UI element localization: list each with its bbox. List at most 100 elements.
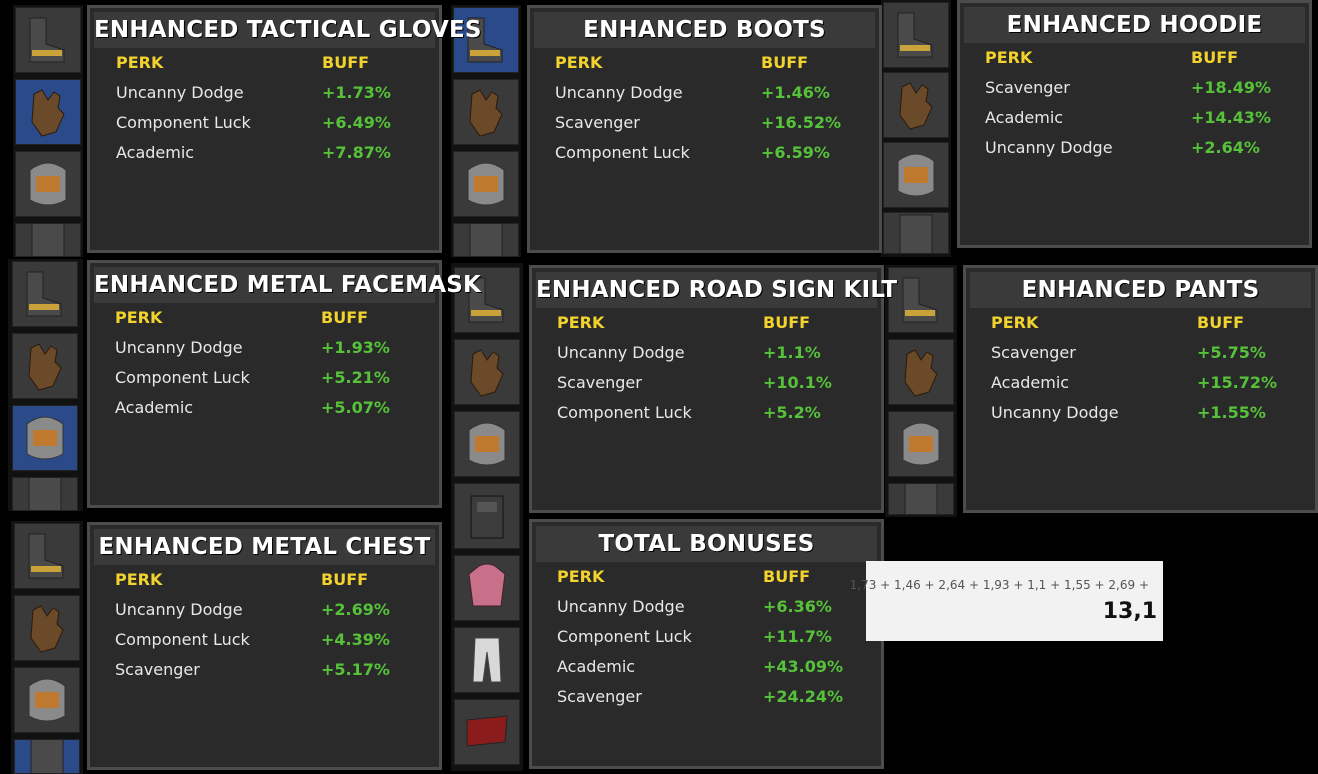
perk-header: PERK xyxy=(555,53,603,72)
buff-header: BUFF xyxy=(322,53,370,72)
slot-chestplate[interactable] xyxy=(12,477,78,511)
buff-value: +1.55% xyxy=(1197,403,1266,422)
buff-header: BUFF xyxy=(1197,313,1245,332)
perk-name: Scavenger xyxy=(557,373,642,392)
item-strip-facemask xyxy=(8,259,83,511)
panel-title: ENHANCED BOOTS xyxy=(534,12,875,48)
buff-value: +1.73% xyxy=(322,83,391,102)
buff-value: +6.59% xyxy=(761,143,830,162)
slot-gloves[interactable] xyxy=(15,79,81,145)
slot-chestplate[interactable] xyxy=(15,223,81,257)
perk-name: Uncanny Dodge xyxy=(555,83,683,102)
boots-icon xyxy=(28,533,64,579)
slot-chestplate[interactable] xyxy=(888,483,954,515)
perk-name: Scavenger xyxy=(555,113,640,132)
slot-chestplate[interactable] xyxy=(453,223,519,257)
panel-title: ENHANCED TACTICAL GLOVES xyxy=(94,12,481,48)
slot-facemask[interactable] xyxy=(14,667,80,733)
buff-value: +5.2% xyxy=(763,403,821,422)
slot-hoodie[interactable] xyxy=(454,555,520,621)
slot-boots[interactable] xyxy=(14,523,80,589)
perk-header: PERK xyxy=(557,313,605,332)
buff-value: +16.52% xyxy=(761,113,842,132)
perk-name: Uncanny Dodge xyxy=(985,138,1113,157)
slot-facemask[interactable] xyxy=(453,151,519,217)
perk-name: Uncanny Dodge xyxy=(115,338,243,357)
perk-name: Component Luck xyxy=(115,368,250,387)
slot-boots[interactable] xyxy=(888,267,954,333)
slot-gloves[interactable] xyxy=(454,339,520,405)
buff-value: +14.43% xyxy=(1191,108,1272,127)
panel-tactical-gloves: ENHANCED TACTICAL GLOVES PERK BUFF Uncan… xyxy=(87,5,481,253)
gloves-icon xyxy=(28,343,62,391)
slot-facemask[interactable] xyxy=(15,151,81,217)
perk-header: PERK xyxy=(557,567,605,586)
chestplate-icon xyxy=(31,224,65,256)
boots-icon xyxy=(26,271,62,317)
buff-value: +2.69% xyxy=(321,600,390,619)
buff-header: BUFF xyxy=(763,567,811,586)
facemask-icon xyxy=(29,162,67,206)
slot-boots[interactable] xyxy=(883,2,949,68)
buff-value: +2.64% xyxy=(1191,138,1260,157)
slot-gloves[interactable] xyxy=(883,72,949,138)
slot-facemask[interactable] xyxy=(454,411,520,477)
panel-metal-chest: ENHANCED METAL CHEST PERK BUFF Uncanny D… xyxy=(87,522,442,770)
slot-boots[interactable] xyxy=(15,7,81,73)
item-strip-gloves xyxy=(13,5,83,257)
buff-header: BUFF xyxy=(1191,48,1239,67)
slot-chestplate[interactable] xyxy=(454,483,520,549)
slot-facemask[interactable] xyxy=(888,411,954,477)
calculator-display: 1,73 + 1,46 + 2,64 + 1,93 + 1,1 + 1,55 +… xyxy=(850,561,1163,641)
perk-name: Uncanny Dodge xyxy=(557,597,685,616)
slot-gloves[interactable] xyxy=(14,595,80,661)
item-strip-hoodie xyxy=(881,0,951,257)
slot-chestplate[interactable] xyxy=(14,739,80,774)
slot-facemask[interactable] xyxy=(12,405,78,471)
slot-gloves[interactable] xyxy=(888,339,954,405)
buff-header: BUFF xyxy=(321,570,369,589)
item-strip-all xyxy=(451,263,523,771)
chestplate-icon xyxy=(470,495,504,539)
perk-name: Academic xyxy=(557,657,636,676)
buff-value: +6.49% xyxy=(322,113,391,132)
slot-chestplate[interactable] xyxy=(883,212,949,254)
buff-value: +7.87% xyxy=(322,143,391,162)
panel-hoodie: ENHANCED HOODIE PERK BUFF Scavenger +18.… xyxy=(957,0,1312,248)
buff-value: +5.21% xyxy=(321,368,390,387)
buff-value: +18.49% xyxy=(1191,78,1272,97)
slot-kilt[interactable] xyxy=(454,699,520,765)
perk-name: Academic xyxy=(116,143,195,162)
chestplate-icon xyxy=(904,484,938,514)
perk-name: Uncanny Dodge xyxy=(557,343,685,362)
buff-header: BUFF xyxy=(321,308,369,327)
perk-name: Component Luck xyxy=(115,630,250,649)
boots-icon xyxy=(29,17,65,63)
slot-facemask[interactable] xyxy=(883,142,949,208)
perk-name: Uncanny Dodge xyxy=(991,403,1119,422)
chestplate-icon xyxy=(899,214,933,253)
buff-value: +5.17% xyxy=(321,660,390,679)
buff-value: +43.09% xyxy=(763,657,844,676)
facemask-icon xyxy=(902,422,940,466)
facemask-icon xyxy=(467,162,505,206)
facemask-icon xyxy=(468,422,506,466)
panel-total-bonuses: TOTAL BONUSES PERK BUFF Uncanny Dodge +6… xyxy=(529,519,884,769)
perk-name: Scavenger xyxy=(115,660,200,679)
panel-title: ENHANCED ROAD SIGN KILT xyxy=(536,272,897,308)
panel-title: ENHANCED METAL CHEST xyxy=(94,529,435,565)
perk-name: Component Luck xyxy=(557,627,692,646)
slot-gloves[interactable] xyxy=(453,79,519,145)
slot-pants[interactable] xyxy=(454,627,520,693)
buff-value: +24.24% xyxy=(763,687,844,706)
slot-boots[interactable] xyxy=(12,261,78,327)
boots-icon xyxy=(897,12,933,58)
perk-name: Academic xyxy=(991,373,1070,392)
gloves-icon xyxy=(31,89,65,137)
facemask-icon xyxy=(26,416,64,460)
buff-value: +1.1% xyxy=(763,343,821,362)
slot-gloves[interactable] xyxy=(12,333,78,399)
perk-header: PERK xyxy=(115,570,163,589)
buff-header: BUFF xyxy=(761,53,809,72)
buff-value: +5.07% xyxy=(321,398,390,417)
